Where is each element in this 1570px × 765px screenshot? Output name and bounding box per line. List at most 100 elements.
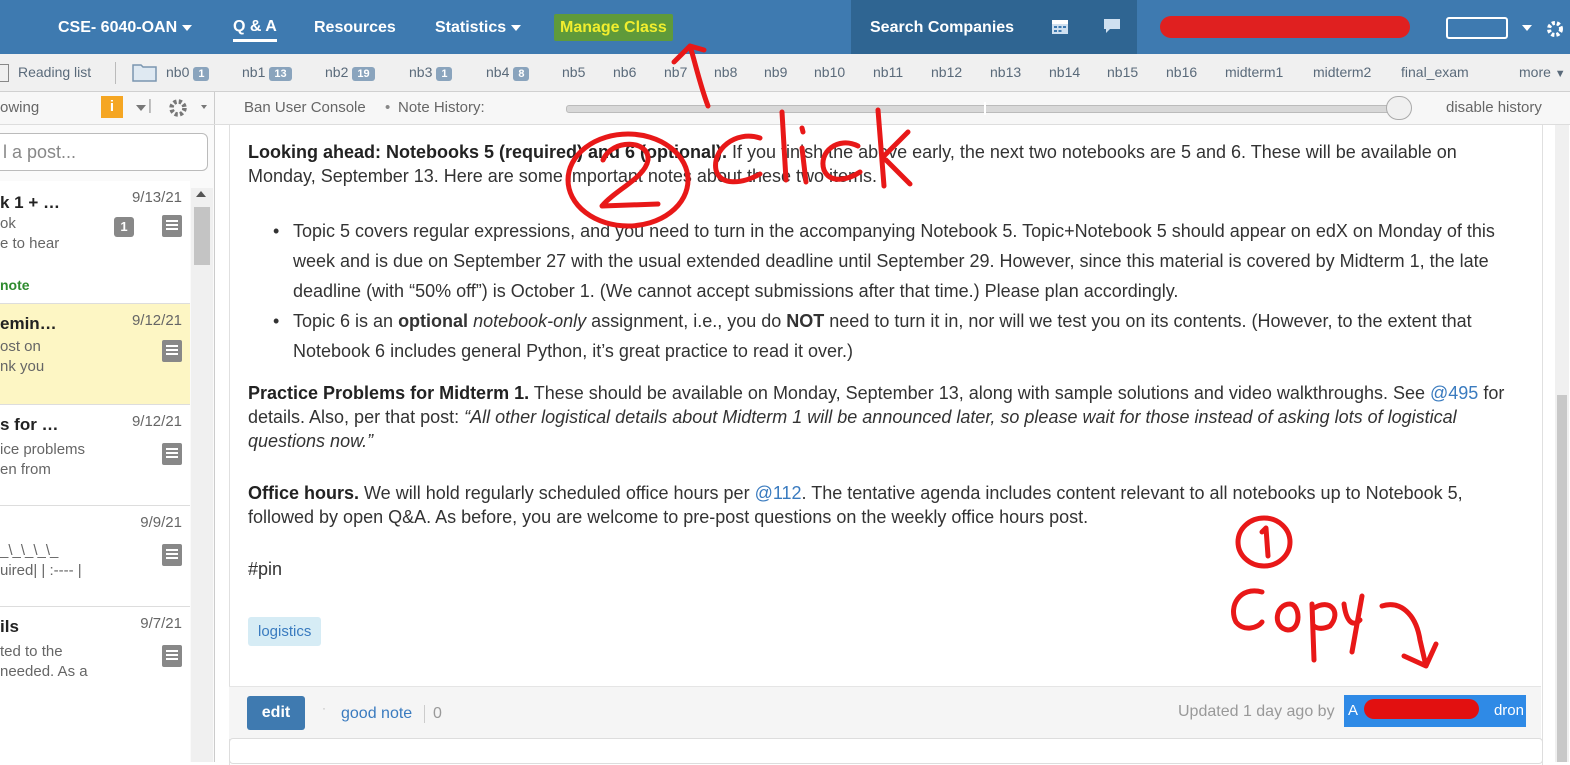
- user-name-redacted[interactable]: [1160, 16, 1410, 38]
- note-icon: [162, 544, 182, 566]
- pin-tag-text: #pin: [248, 559, 283, 579]
- folder-nb8[interactable]: nb8: [714, 64, 737, 80]
- folder-label: midterm1: [1225, 64, 1284, 80]
- folder-nb4[interactable]: nb4 8: [486, 64, 530, 81]
- folder-nb0[interactable]: nb0 1: [166, 64, 210, 81]
- checkbox-icon: [0, 64, 9, 83]
- folder-bar: Reading list nb0 1 nb1 13 nb2 19 nb3 1 nb4 8 nb5 nb…: [0, 54, 1570, 92]
- folder-midterm2[interactable]: midterm2: [1313, 64, 1371, 80]
- post-snippet: ost on: [0, 338, 41, 355]
- folder-nb5[interactable]: nb5: [562, 64, 585, 80]
- info-icon[interactable]: i: [101, 96, 123, 118]
- chevron-down-icon[interactable]: [1522, 25, 1532, 31]
- note-history-label: Note History:: [398, 99, 485, 116]
- settings-gear-icon[interactable]: [168, 98, 188, 118]
- folder-label: nb13: [990, 64, 1022, 80]
- gear-icon[interactable]: [1546, 20, 1564, 38]
- folder-midterm1[interactable]: midterm1: [1225, 64, 1283, 80]
- folder-final_exam[interactable]: final_exam: [1401, 64, 1469, 80]
- post-snippet: e to hear: [0, 235, 60, 252]
- folder-nb13[interactable]: nb13: [990, 64, 1021, 80]
- nav-qa[interactable]: Q & A: [233, 17, 277, 42]
- folder-nb12[interactable]: nb12: [931, 64, 962, 80]
- ban-user-console-link[interactable]: Ban User Console: [244, 99, 366, 116]
- post-list-sidebar: l a post... k 1 + … 9/13/21 ok e to hear…: [0, 125, 215, 762]
- folder-nb10[interactable]: nb10: [814, 64, 845, 80]
- post-snippet: nk you: [0, 358, 45, 375]
- nav-resources[interactable]: Resources: [314, 0, 396, 54]
- folder-nb6[interactable]: nb6: [613, 64, 636, 80]
- following-label[interactable]: owing: [0, 99, 39, 116]
- folder-nb7[interactable]: nb7: [664, 64, 687, 80]
- chevron-down-icon[interactable]: [201, 105, 207, 109]
- chevron-down-icon[interactable]: [136, 105, 146, 111]
- nav-statistics-label: Statistics: [435, 19, 507, 36]
- post-date: 9/7/21: [140, 615, 182, 632]
- folder-label: nb9: [764, 64, 788, 80]
- folder-nb3[interactable]: nb3 1: [409, 64, 453, 81]
- good-note-button[interactable]: good note: [341, 705, 412, 723]
- next-section: [229, 738, 1543, 764]
- good-note-count: 0: [424, 705, 442, 723]
- heading-practice: Practice Problems for Midterm 1.: [248, 383, 530, 403]
- folder-nb15[interactable]: nb15: [1107, 64, 1138, 80]
- triangle-down-icon: ▼: [1554, 68, 1566, 80]
- note-icon: [162, 645, 182, 667]
- text: These should be available on Monday, Sep…: [529, 383, 1430, 403]
- post-link-495[interactable]: @495: [1430, 383, 1478, 403]
- edit-button[interactable]: edit: [247, 696, 305, 730]
- folder-nb11[interactable]: nb11: [873, 64, 903, 80]
- list-item[interactable]: k 1 + … 9/13/21 ok e to hear note 1: [0, 181, 190, 304]
- author-prefix: A: [1348, 702, 1359, 719]
- search-posts-input[interactable]: l a post...: [0, 133, 208, 171]
- sidebar-scroll-thumb[interactable]: [194, 207, 210, 265]
- scroll-up-icon[interactable]: [196, 191, 206, 197]
- author-name-redaction: [1364, 699, 1479, 719]
- reading-list-label: Reading list: [18, 64, 92, 80]
- author-suffix: dron: [1493, 702, 1524, 719]
- nav-statistics[interactable]: Statistics: [435, 0, 522, 54]
- post-snippet: ted to the: [0, 643, 63, 660]
- folder-nb16[interactable]: nb16: [1166, 64, 1197, 80]
- list-item[interactable]: s for … 9/12/21 ice problems en from: [0, 405, 190, 506]
- folder-nb1[interactable]: nb1 13: [242, 64, 292, 81]
- text: We will hold regularly scheduled office …: [359, 483, 755, 503]
- heading-office-hours: Office hours.: [248, 483, 360, 503]
- history-slider-handle[interactable]: [1386, 96, 1412, 120]
- list-item[interactable]: 9/9/21 _\_\_\_\_ uired| | :---- |: [0, 506, 190, 607]
- divider: [115, 62, 116, 84]
- search-companies-link[interactable]: Search Companies: [870, 0, 1014, 54]
- folder-count-badge: 13: [269, 67, 292, 81]
- folder-nb14[interactable]: nb14: [1049, 64, 1080, 80]
- separator-dot: •: [385, 99, 391, 116]
- text-bold: NOT: [786, 311, 825, 331]
- text: assignment, i.e., you do: [586, 311, 787, 331]
- main-scroll-thumb[interactable]: [1557, 395, 1567, 762]
- disable-history-link[interactable]: disable history: [1446, 99, 1542, 116]
- sidebar-scrollbar[interactable]: [191, 188, 213, 762]
- history-slider-track[interactable]: [566, 105, 1398, 113]
- folder-nb9[interactable]: nb9: [764, 64, 787, 80]
- calendar-icon[interactable]: [1051, 17, 1069, 35]
- unread-count-badge: 1: [114, 217, 134, 237]
- folder-label: nb15: [1107, 64, 1139, 80]
- paragraph-office-hours: Office hours. We will hold regularly sch…: [248, 481, 1528, 529]
- user-dropdown[interactable]: [1446, 17, 1508, 39]
- bullet-topic5: Topic 5 covers regular expressions, and …: [273, 216, 1523, 306]
- more-folders[interactable]: more ▼: [1519, 64, 1566, 80]
- list-item[interactable]: ils 9/7/21 ted to the needed. As a: [0, 607, 190, 762]
- folder-nb2[interactable]: nb2 19: [325, 64, 375, 81]
- chat-icon[interactable]: [1102, 17, 1122, 35]
- tag-logistics[interactable]: logistics: [248, 617, 322, 646]
- post-link-112[interactable]: @112: [755, 483, 802, 503]
- nav-manage-class[interactable]: Manage Class: [554, 14, 673, 41]
- post-title: emin…: [0, 314, 57, 333]
- folder-label: nb1: [242, 64, 266, 80]
- post-date: 9/12/21: [131, 413, 182, 430]
- list-item[interactable]: emin… 9/12/21 ost on nk you: [0, 304, 190, 405]
- course-switcher[interactable]: CSE- 6040-OAN: [58, 0, 193, 54]
- post-snippet: ok: [0, 215, 16, 232]
- reading-list[interactable]: Reading list: [0, 64, 92, 83]
- post-snippet: uired| | :---- |: [0, 562, 82, 579]
- text: Topic 6 is an: [293, 311, 399, 331]
